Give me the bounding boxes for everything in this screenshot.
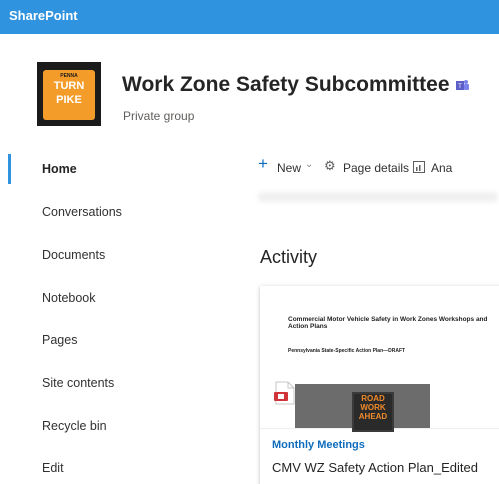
nav-item-recycle-bin[interactable]: Recycle bin [0,405,220,447]
pdf-file-icon [274,381,295,405]
nav-item-label: Documents [42,248,106,262]
nav-item-label: Home [42,162,77,176]
road-work-sign: ROAD WORK AHEAD [352,392,394,432]
analytics-icon [413,161,425,173]
app-brand-link[interactable]: SharePoint [9,8,78,23]
left-navigation: Home Conversations Documents Notebook Pa… [0,145,220,484]
teams-icon[interactable]: T [456,79,469,92]
nav-item-label: Site contents [42,376,115,390]
card-document-title[interactable]: CMV WZ Safety Action Plan_Edited [272,460,478,475]
logo-penn-text: PENNA [60,73,78,79]
card-site-link[interactable]: Monthly Meetings [272,439,365,451]
sign-line: WORK [360,403,386,412]
activity-card[interactable]: Commercial Motor Vehicle Safety in Work … [260,286,499,484]
nav-item-edit[interactable]: Edit [0,447,220,484]
suite-bar: SharePoint [0,0,499,34]
nav-item-documents[interactable]: Documents [0,234,220,276]
nav-item-conversations[interactable]: Conversations [0,191,220,233]
nav-item-label: Edit [42,461,64,475]
logo-turn-text: TURN [53,80,85,92]
gear-icon: ⚙ [324,158,336,173]
nav-item-label: Conversations [42,205,122,219]
nav-item-label: Pages [42,333,78,347]
nav-item-notebook[interactable]: Notebook [0,277,220,319]
analytics-label: Ana [431,161,453,175]
main-content: + New ⌄ ⚙ Page details Ana Activity Comm… [228,145,499,484]
new-button-label: New [277,161,302,175]
sign-line: AHEAD [358,412,388,421]
chevron-down-icon: ⌄ [305,159,314,170]
svg-text:T: T [458,84,462,90]
sign-line: ROAD [361,394,385,403]
thumbnail-title: Commercial Motor Vehicle Safety in Work … [288,316,488,330]
site-title[interactable]: Work Zone Safety Subcommittee [122,73,450,97]
blurred-text [258,192,498,202]
nav-item-label: Recycle bin [42,419,107,433]
group-privacy-label: Private group [123,109,195,123]
nav-item-pages[interactable]: Pages [0,319,220,361]
sharepoint-window: SharePoint PENNA TURN PIKE Work Zone Saf… [0,0,499,484]
plus-icon: + [258,154,268,173]
logo-pike-text: PIKE [56,94,82,106]
thumbnail-subtitle: Pennsylvania State-Specific Action Plan—… [288,348,406,354]
nav-item-site-contents[interactable]: Site contents [0,362,220,404]
site-logo[interactable]: PENNA TURN PIKE [37,62,101,126]
document-thumbnail[interactable]: Commercial Motor Vehicle Safety in Work … [260,286,499,432]
activity-heading: Activity [260,247,318,267]
nav-item-label: Notebook [42,291,96,305]
page-details-label: Page details [343,161,410,175]
nav-item-home[interactable]: Home [0,148,220,190]
